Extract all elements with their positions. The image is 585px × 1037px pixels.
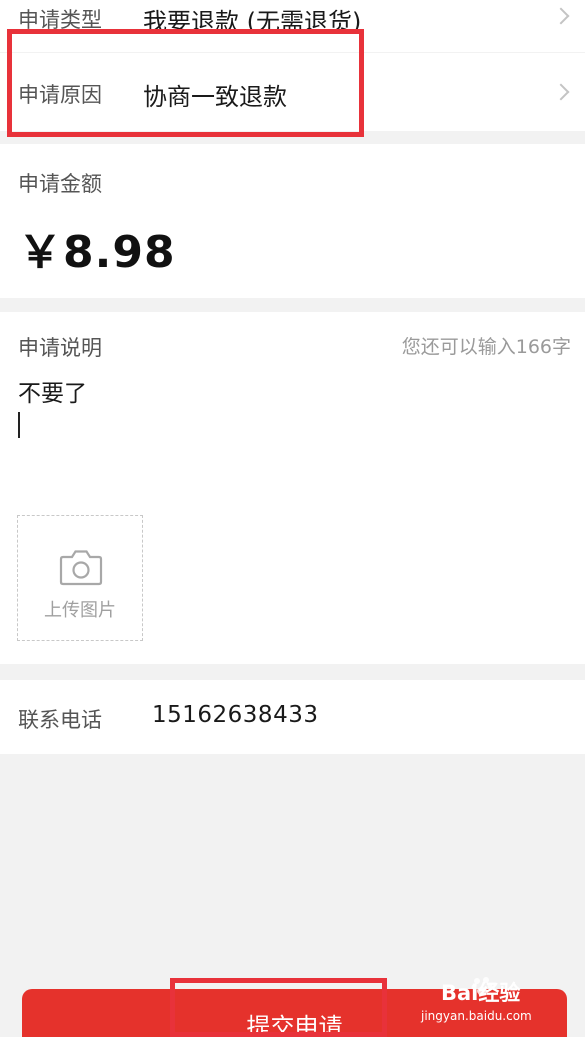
amount-card: 申请金额 ￥8.98 (0, 144, 585, 298)
watermark-url: jingyan.baidu.com (421, 1009, 532, 1023)
watermark-brand: Bai经验 (441, 981, 521, 1005)
refund-reason-label: 申请原因 (18, 83, 102, 107)
upload-image-label: 上传图片 (44, 600, 116, 621)
amount-value: ￥8.98 (18, 227, 176, 278)
refund-type-label: 申请类型 (18, 8, 102, 32)
char-counter: 您还可以输入166字 (401, 336, 571, 358)
description-label: 申请说明 (18, 336, 102, 360)
phone-row[interactable]: 联系电话 15162638433 (0, 680, 585, 754)
refund-type-value: 我要退款 (无需退货) (143, 8, 362, 36)
chevron-right-icon (552, 83, 570, 101)
refund-type-row[interactable]: 申请类型 我要退款 (无需退货) (0, 0, 585, 52)
upload-image-button[interactable]: 上传图片 (17, 515, 143, 641)
amount-label: 申请金额 (18, 172, 102, 196)
baidu-jingyan-watermark: Bai经验 jingyan.baidu.com (421, 975, 571, 1027)
refund-reason-value: 协商一致退款 (143, 83, 287, 111)
description-card[interactable]: 申请说明 您还可以输入166字 不要了 上传图片 (0, 312, 585, 664)
chevron-right-icon (552, 7, 570, 25)
phone-value: 15162638433 (152, 702, 319, 728)
description-input[interactable]: 不要了 (18, 374, 87, 408)
refund-reason-row[interactable]: 申请原因 协商一致退款 (0, 53, 585, 131)
phone-label: 联系电话 (18, 708, 102, 732)
text-caret (18, 412, 20, 438)
camera-icon (59, 550, 103, 586)
refund-application-page: 申请类型 我要退款 (无需退货) 申请原因 协商一致退款 申请金额 ￥8.98 … (0, 0, 585, 1037)
